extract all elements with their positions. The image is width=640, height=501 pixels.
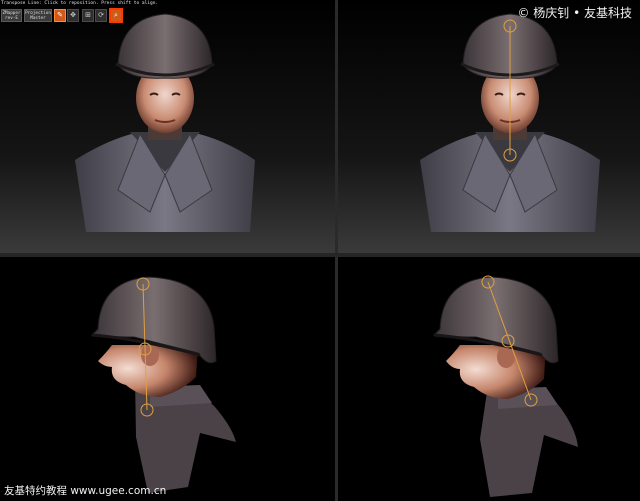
zmapper-sub-label: rev-E (5, 16, 18, 21)
author-watermark: © 杨庆钊 • 友基科技 (517, 6, 632, 20)
site-watermark: 友基特约教程 www.ugee.com.cn (4, 485, 167, 497)
scale-icon[interactable]: ⊞ (82, 9, 94, 22)
viewport-side-transpose[interactable]: 友基特约教程 www.ugee.com.cn (0, 257, 335, 501)
projection-sub-label: Master (30, 16, 46, 21)
transpose-hint: Transpose Line: Click to reposition. Pre… (1, 1, 159, 6)
soldier-bust-front-with-line (338, 0, 640, 253)
viewport-front-transpose[interactable]: © 杨庆钊 • 友基科技 (338, 0, 640, 253)
transpose-line-icon[interactable]: ⌕ (109, 8, 123, 23)
zmapper-button[interactable]: ZMapper rev-E (1, 9, 22, 22)
rotate-icon[interactable]: ⟳ (95, 9, 107, 22)
viewport-front-plain[interactable]: Transpose Line: Click to reposition. Pre… (0, 0, 335, 253)
soldier-bust-front (0, 0, 335, 253)
soldier-bust-side (0, 257, 335, 501)
move-icon[interactable]: ✥ (67, 9, 79, 22)
draw-brush-icon[interactable]: ✎ (54, 9, 66, 22)
soldier-bust-side-rotated (338, 257, 640, 501)
viewport-side-rotated[interactable] (338, 257, 640, 501)
projection-master-button[interactable]: Projection Master (24, 9, 52, 22)
